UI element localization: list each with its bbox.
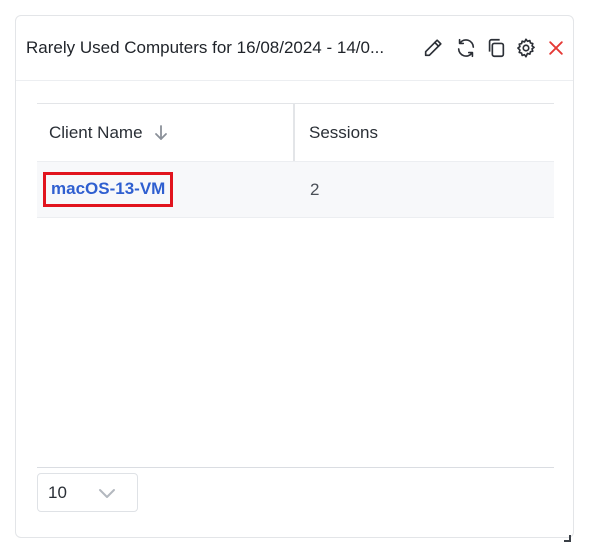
column-header-client-name[interactable]: Client Name [37,104,295,161]
pencil-icon [422,37,444,59]
settings-button[interactable] [513,35,539,61]
edit-button[interactable] [420,35,446,61]
page-size-value: 10 [48,483,67,502]
page-size-select[interactable]: 10 [37,473,138,512]
duplicate-button[interactable] [483,35,509,61]
gear-icon [515,37,537,59]
cell-sessions: 2 [310,179,320,199]
rarely-used-computers-widget: Rarely Used Computers for 16/08/2024 - 1… [15,15,574,542]
widget-header: Rarely Used Computers for 16/08/2024 - 1… [16,16,573,81]
column-header-label: Sessions [309,122,378,142]
table-header: Client Name Sessions [37,103,554,161]
footer-divider [37,467,554,468]
widget-title: Rarely Used Computers for 16/08/2024 - 1… [26,38,385,57]
table-row: macOS-13-VM 2 [37,161,554,218]
client-name-link[interactable]: macOS-13-VM [43,172,174,207]
cell-client-name: macOS-13-VM [43,162,174,217]
resize-handle-icon[interactable] [563,529,571,547]
refresh-icon [455,37,477,59]
refresh-button[interactable] [453,35,479,61]
close-button[interactable] [543,35,569,61]
column-header-sessions[interactable]: Sessions [297,104,554,161]
copy-icon [485,37,507,59]
clients-table: Client Name Sessions macOS-13-VM 2 [37,103,554,218]
close-icon [546,38,566,58]
column-header-label: Client Name [49,122,143,142]
chevron-down-icon [97,486,117,505]
arrow-down-icon[interactable] [153,124,169,142]
